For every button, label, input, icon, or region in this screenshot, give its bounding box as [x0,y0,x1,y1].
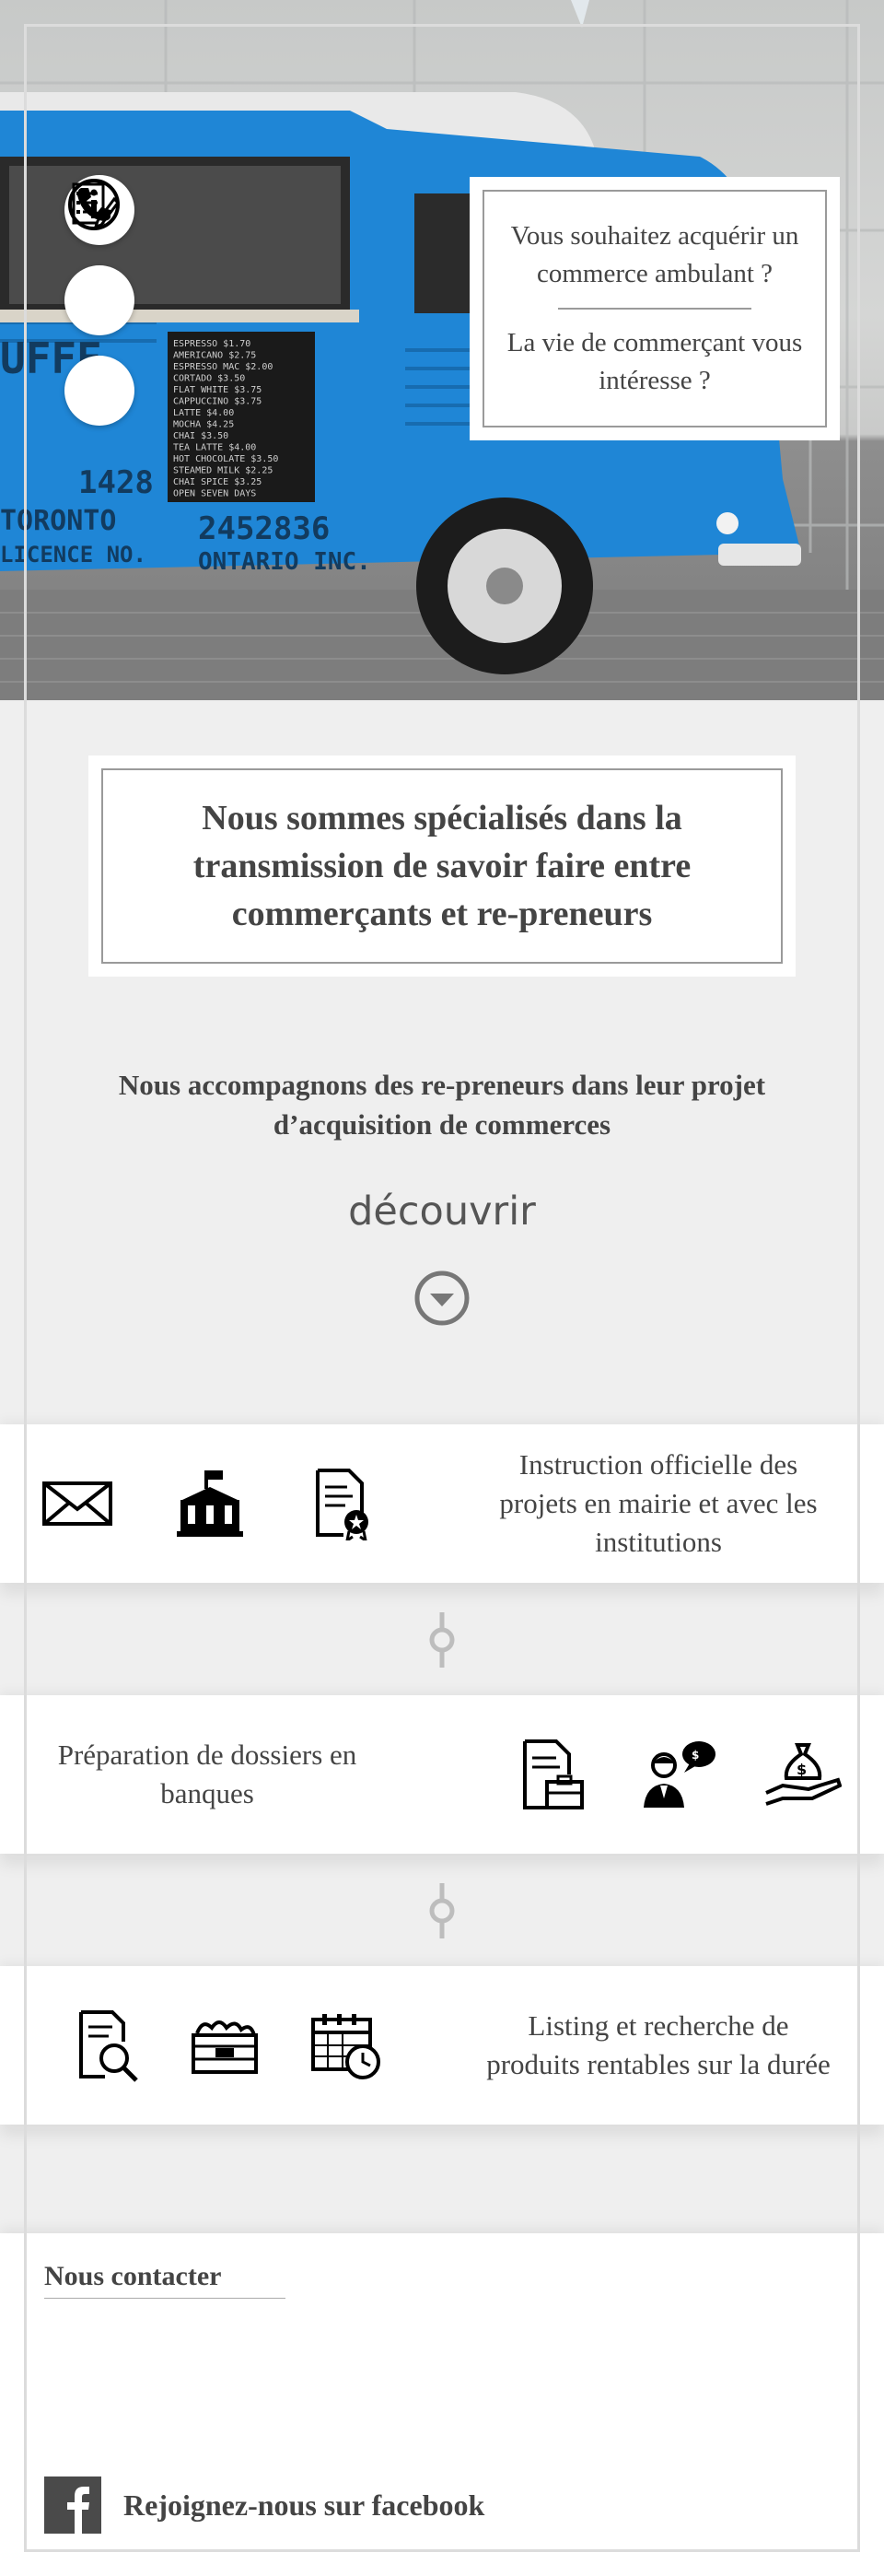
chevron-down-circle-icon [414,1270,470,1326]
truck-number: 2452836 [198,510,330,547]
discover-link[interactable]: découvrir [304,1188,580,1235]
discover-arrow-button[interactable] [413,1270,471,1331]
town-hall-icon [169,1463,250,1544]
service-band-institutions: Instruction officielle des projets en ma… [0,1424,884,1583]
menu-board-line: CORTADO $3.50 [173,374,245,384]
specialty-title: Nous sommes spécialisés dans la transmis… [101,768,783,964]
menu-board-line: CAPPUCCINO $3.75 [173,397,262,407]
service-text-products: Listing et recherche de produits rentabl… [486,2009,831,2080]
menu-board-line: ESPRESSO MAC $2.00 [173,362,273,372]
truck-licence: LICENCE NO. [0,542,146,568]
service-text-banks: Préparation de dossiers en banques [57,1739,357,1809]
banker-meeting-icon: $ [637,1734,718,1815]
menu-board-line: LATTE $4.00 [173,408,234,418]
truck-city: TORONTO [0,505,116,537]
menu-board-line: STEAMED MILK $2.25 [173,466,273,476]
envelope-icon [37,1463,118,1544]
service-band-products: Listing et recherche de produits rentabl… [0,1966,884,2125]
connector-icon [429,1883,455,1938]
lead-text: Nous accompagnons des re-preneurs dans l… [118,1069,766,1141]
svg-text:$: $ [692,1749,699,1762]
contact-section: Nous contacter Rejoignez-nous sur facebo… [0,2233,884,2576]
facebook-icon [44,2476,101,2534]
calendar-clock-icon [306,2005,387,2086]
service-text-institutions: Instruction officielle des projets en ma… [499,1448,818,1558]
truck-code: 1428 [78,464,154,501]
hero-divider [558,308,751,310]
menu-board-line: FLAT WHITE $3.75 [173,385,262,395]
certificate-document-icon [302,1463,383,1544]
hero-question-lifestyle: La vie de commerçant vous intéresse ? [506,328,803,395]
hero-quick-actions [64,175,134,446]
contact-title: Nous contacter [44,2261,285,2299]
truck-province: ONTARIO INC. [198,548,371,576]
menu-board-line: HOT CHOCOLATE $3.50 [173,454,278,464]
menu-board-line: CHAI SPICE $3.25 [173,477,262,487]
money-bag-hand-icon: $ [762,1734,843,1815]
checklist-button[interactable] [64,182,134,335]
menu-board-line: AMERICANO $2.75 [173,351,256,361]
svg-text:$: $ [797,1761,807,1778]
menu-board-line: ESPRESSO $1.70 [173,339,250,349]
phone-button[interactable] [64,188,134,426]
hero-question-acquire: Vous souhaitez acquérir un commerce ambu… [510,221,799,288]
menu-board-line: MOCHA $4.25 [173,420,234,430]
specialty-box: Nous sommes spécialisés dans la transmis… [88,755,796,977]
connector-icon [429,1612,455,1668]
menu-board-line: TEA LATTE $4.00 [173,443,256,453]
document-search-icon [66,2005,147,2086]
facebook-label: Rejoignez-nous sur facebook [123,2488,485,2522]
briefcase-document-icon [512,1734,593,1815]
service-band-banks: Préparation de dossiers en banques $ $ [0,1695,884,1854]
phone-icon [77,188,110,221]
hero-banner: ESPRESSO $1.70 AMERICANO $2.75 ESPRESSO MA… [0,0,884,700]
hero-callout: Vous souhaitez acquérir un commerce ambu… [470,177,840,440]
facebook-link[interactable]: Rejoignez-nous sur facebook [44,2476,484,2534]
produce-crate-icon [184,2005,265,2086]
menu-board-line: CHAI $3.50 [173,431,228,441]
menu-board-line: OPEN SEVEN DAYS [173,489,256,499]
